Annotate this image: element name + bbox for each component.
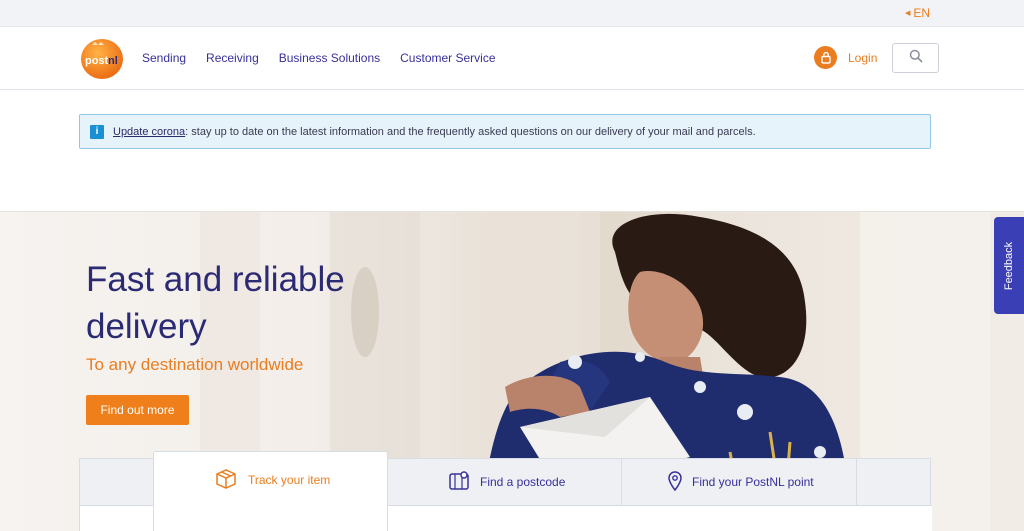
main-header: post nl Sending Receiving Business Solut… <box>0 27 1024 90</box>
lock-icon <box>814 46 837 69</box>
tab-track-your-item[interactable]: Track your item <box>153 451 388 531</box>
postnl-logo[interactable]: post nl <box>79 35 125 81</box>
nav-customer-service[interactable]: Customer Service <box>400 51 495 65</box>
info-icon: i <box>90 124 104 139</box>
notice-link[interactable]: Update corona <box>113 126 185 138</box>
svg-text:nl: nl <box>108 55 118 67</box>
map-icon <box>448 470 470 495</box>
tab-label: Track your item <box>248 472 331 487</box>
feedback-tab[interactable]: Feedback <box>994 217 1024 314</box>
language-label: EN <box>913 6 930 20</box>
search-button[interactable] <box>892 43 939 73</box>
hero-subtitle: To any destination worldwide <box>86 355 304 374</box>
top-bar: ◀ EN <box>0 0 1024 27</box>
corona-notice: i Update corona : stay up to date on the… <box>79 114 931 149</box>
login-label: Login <box>848 50 878 65</box>
nav-business-solutions[interactable]: Business Solutions <box>279 51 380 65</box>
tab-label: Find a postcode <box>480 475 566 489</box>
nav-receiving[interactable]: Receiving <box>206 51 259 65</box>
find-out-more-button[interactable]: Find out more <box>86 395 189 425</box>
location-pin-icon <box>668 470 682 494</box>
hero-title: Fast and reliable delivery <box>86 260 345 346</box>
tab-divider <box>856 459 857 505</box>
search-icon <box>909 49 923 68</box>
login-button[interactable]: Login <box>814 46 877 69</box>
tab-find-postnl-point[interactable]: Find your PostNL point <box>668 459 814 505</box>
language-switcher[interactable]: ◀ EN <box>905 6 930 20</box>
tab-find-a-postcode[interactable]: Find a postcode <box>448 459 565 505</box>
tab-divider <box>621 459 622 505</box>
svg-text:post: post <box>85 55 109 67</box>
notice-text: : stay up to date on the latest informat… <box>185 125 756 138</box>
service-tabs: Track your item Find a postcode Find you… <box>79 451 932 531</box>
feedback-label: Feedback <box>1003 241 1015 290</box>
nav-sending[interactable]: Sending <box>142 51 186 65</box>
tab-label: Find your PostNL point <box>692 475 814 489</box>
package-icon <box>214 467 238 492</box>
caret-left-icon: ◀ <box>904 10 911 17</box>
main-nav: Sending Receiving Business Solutions Cus… <box>142 51 496 65</box>
